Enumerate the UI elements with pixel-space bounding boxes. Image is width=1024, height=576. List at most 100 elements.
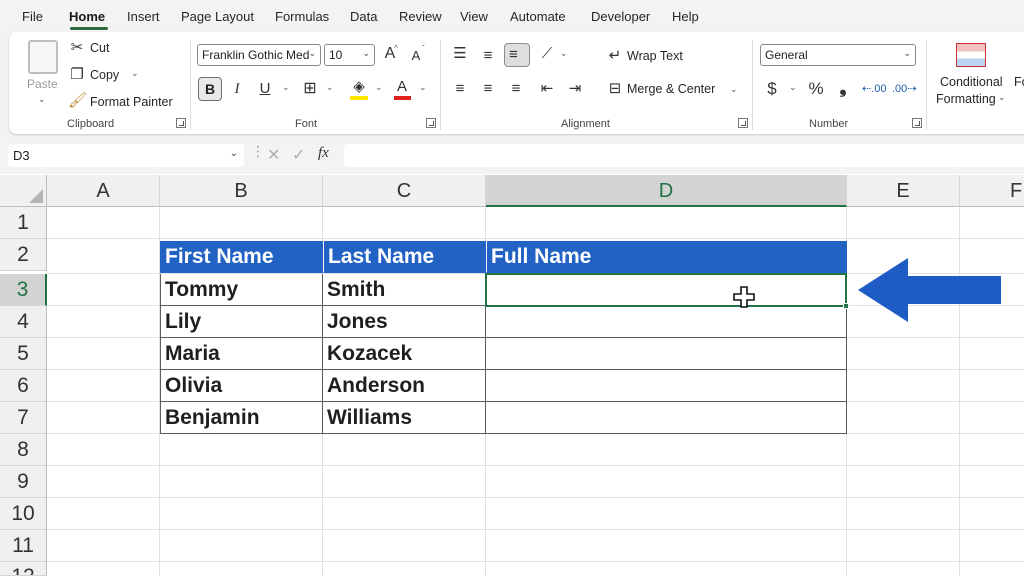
font-color-icon[interactable]: A — [394, 78, 410, 96]
table-header-last-name[interactable]: Last Name — [323, 241, 486, 273]
row-header-11[interactable]: 11 — [0, 530, 47, 562]
formula-input[interactable] — [344, 144, 1024, 167]
clipboard-launcher-icon[interactable] — [176, 118, 186, 128]
merge-chevron-down-icon[interactable]: ⌄ — [730, 84, 738, 95]
decrease-decimal-icon[interactable]: .00⇢ — [892, 80, 914, 98]
cell-c7[interactable]: Williams — [323, 402, 486, 434]
cell-b6[interactable]: Olivia — [160, 370, 323, 402]
cut-button[interactable]: Cut — [90, 41, 109, 55]
align-left-icon[interactable]: ≡ — [451, 80, 469, 98]
borders-chevron-down-icon[interactable]: ⌄ — [326, 82, 334, 93]
tab-view[interactable]: View — [460, 9, 488, 24]
merge-center-button[interactable]: Merge & Center — [627, 82, 715, 96]
decrease-indent-icon[interactable]: ⇤ — [538, 80, 556, 98]
align-middle-icon[interactable]: ≡ — [479, 47, 497, 65]
font-launcher-icon[interactable] — [426, 118, 436, 128]
insert-function-button[interactable]: fx — [318, 145, 329, 162]
tab-insert[interactable]: Insert — [127, 9, 160, 24]
name-box[interactable]: D3 ⌄ — [8, 144, 244, 167]
format-as-table-button-cutoff[interactable]: Fo — [1014, 75, 1024, 89]
align-bottom-button[interactable]: ≡ — [504, 43, 530, 67]
cell-c5[interactable]: Kozacek — [323, 338, 486, 370]
row-header-6[interactable]: 6 — [0, 370, 47, 402]
tab-automate[interactable]: Automate — [510, 9, 566, 24]
tab-page-layout[interactable]: Page Layout — [181, 9, 254, 24]
italic-button[interactable]: I — [229, 80, 245, 98]
column-header-c[interactable]: C — [323, 175, 486, 207]
tab-data[interactable]: Data — [350, 9, 377, 24]
tab-file[interactable]: File — [22, 9, 43, 24]
font-color-chevron-down-icon[interactable]: ⌄ — [419, 82, 427, 93]
increase-indent-icon[interactable]: ⇥ — [566, 80, 584, 98]
cell-b7[interactable]: Benjamin — [160, 402, 323, 434]
table-header-first-name[interactable]: First Name — [160, 241, 323, 273]
column-header-b[interactable]: B — [160, 175, 323, 207]
borders-icon[interactable]: ⊞ — [300, 80, 320, 98]
increase-decimal-icon[interactable]: ⇠.00 — [862, 80, 884, 98]
row-header-3[interactable]: 3 — [0, 274, 47, 306]
cell-b5[interactable]: Maria — [160, 338, 323, 370]
align-right-icon[interactable]: ≡ — [507, 80, 525, 98]
tab-developer[interactable]: Developer — [591, 9, 650, 24]
row-header-8[interactable]: 8 — [0, 434, 47, 466]
align-center-icon[interactable]: ≡ — [479, 80, 497, 98]
cancel-icon[interactable]: ✕ — [267, 145, 280, 165]
row-header-12[interactable]: 12 — [0, 562, 47, 576]
tab-home[interactable]: Home — [69, 9, 105, 24]
row-header-2[interactable]: 2 — [0, 239, 47, 271]
cell-c6[interactable]: Anderson — [323, 370, 486, 402]
cell-b4[interactable]: Lily — [160, 306, 323, 338]
comma-style-button[interactable]: ❟ — [836, 78, 850, 96]
fill-color-chevron-down-icon[interactable]: ⌄ — [375, 82, 383, 93]
font-size-select[interactable]: 10 ⌄ — [324, 44, 375, 66]
cell-b3[interactable]: Tommy — [160, 274, 323, 306]
copy-chevron-down-icon[interactable]: ⌄ — [131, 68, 139, 79]
more-options-icon[interactable]: ⋮ — [251, 143, 265, 160]
format-painter-button[interactable]: Format Painter — [90, 95, 173, 109]
row-header-5[interactable]: 5 — [0, 338, 47, 370]
wrap-text-button[interactable]: Wrap Text — [627, 49, 683, 63]
row-header-1[interactable]: 1 — [0, 207, 47, 239]
paste-button[interactable]: Paste — [27, 77, 58, 91]
paste-icon[interactable] — [28, 40, 58, 74]
tab-review[interactable]: Review — [399, 9, 442, 24]
orientation-chevron-down-icon[interactable]: ⌄ — [560, 48, 568, 59]
cell-d5[interactable] — [486, 338, 847, 370]
fill-handle[interactable] — [843, 303, 849, 309]
number-format-select[interactable]: General ⌄ — [760, 44, 916, 66]
currency-chevron-down-icon[interactable]: ⌄ — [789, 82, 797, 93]
row-header-4[interactable]: 4 — [0, 306, 47, 338]
column-header-d[interactable]: D — [486, 175, 847, 207]
table-header-full-name[interactable]: Full Name — [486, 241, 847, 273]
select-all-button[interactable] — [0, 175, 47, 207]
fill-color-icon[interactable]: ◈ — [350, 78, 368, 96]
underline-button[interactable]: U — [257, 80, 273, 98]
column-header-e[interactable]: E — [847, 175, 960, 207]
align-top-icon[interactable]: ☰ — [451, 45, 469, 63]
number-launcher-icon[interactable] — [912, 118, 922, 128]
currency-button[interactable]: $ — [764, 80, 780, 98]
underline-chevron-down-icon[interactable]: ⌄ — [282, 82, 290, 93]
row-header-10[interactable]: 10 — [0, 498, 47, 530]
cell-d4[interactable] — [486, 306, 847, 338]
percent-button[interactable]: % — [806, 80, 826, 98]
orientation-icon[interactable]: ⟋ — [538, 45, 556, 63]
row-header-9[interactable]: 9 — [0, 466, 47, 498]
enter-check-icon[interactable]: ✓ — [292, 145, 305, 165]
paste-chevron-down-icon[interactable]: ⌄ — [38, 94, 46, 105]
cell-d6[interactable] — [486, 370, 847, 402]
copy-button[interactable]: Copy — [90, 68, 119, 82]
conditional-chevron-down-icon[interactable]: ⌄ — [998, 92, 1006, 103]
alignment-launcher-icon[interactable] — [738, 118, 748, 128]
bold-button[interactable]: B — [198, 77, 222, 101]
column-header-a[interactable]: A — [47, 175, 160, 207]
row-header-7[interactable]: 7 — [0, 402, 47, 434]
cell-c4[interactable]: Jones — [323, 306, 486, 338]
tab-help[interactable]: Help — [672, 9, 699, 24]
tab-formulas[interactable]: Formulas — [275, 9, 329, 24]
column-header-f[interactable]: F — [960, 175, 1024, 207]
cell-d7[interactable] — [486, 402, 847, 434]
cell-c3[interactable]: Smith — [323, 274, 486, 306]
conditional-formatting-icon[interactable] — [956, 43, 986, 67]
conditional-formatting-button[interactable]: Conditional — [940, 75, 1003, 89]
